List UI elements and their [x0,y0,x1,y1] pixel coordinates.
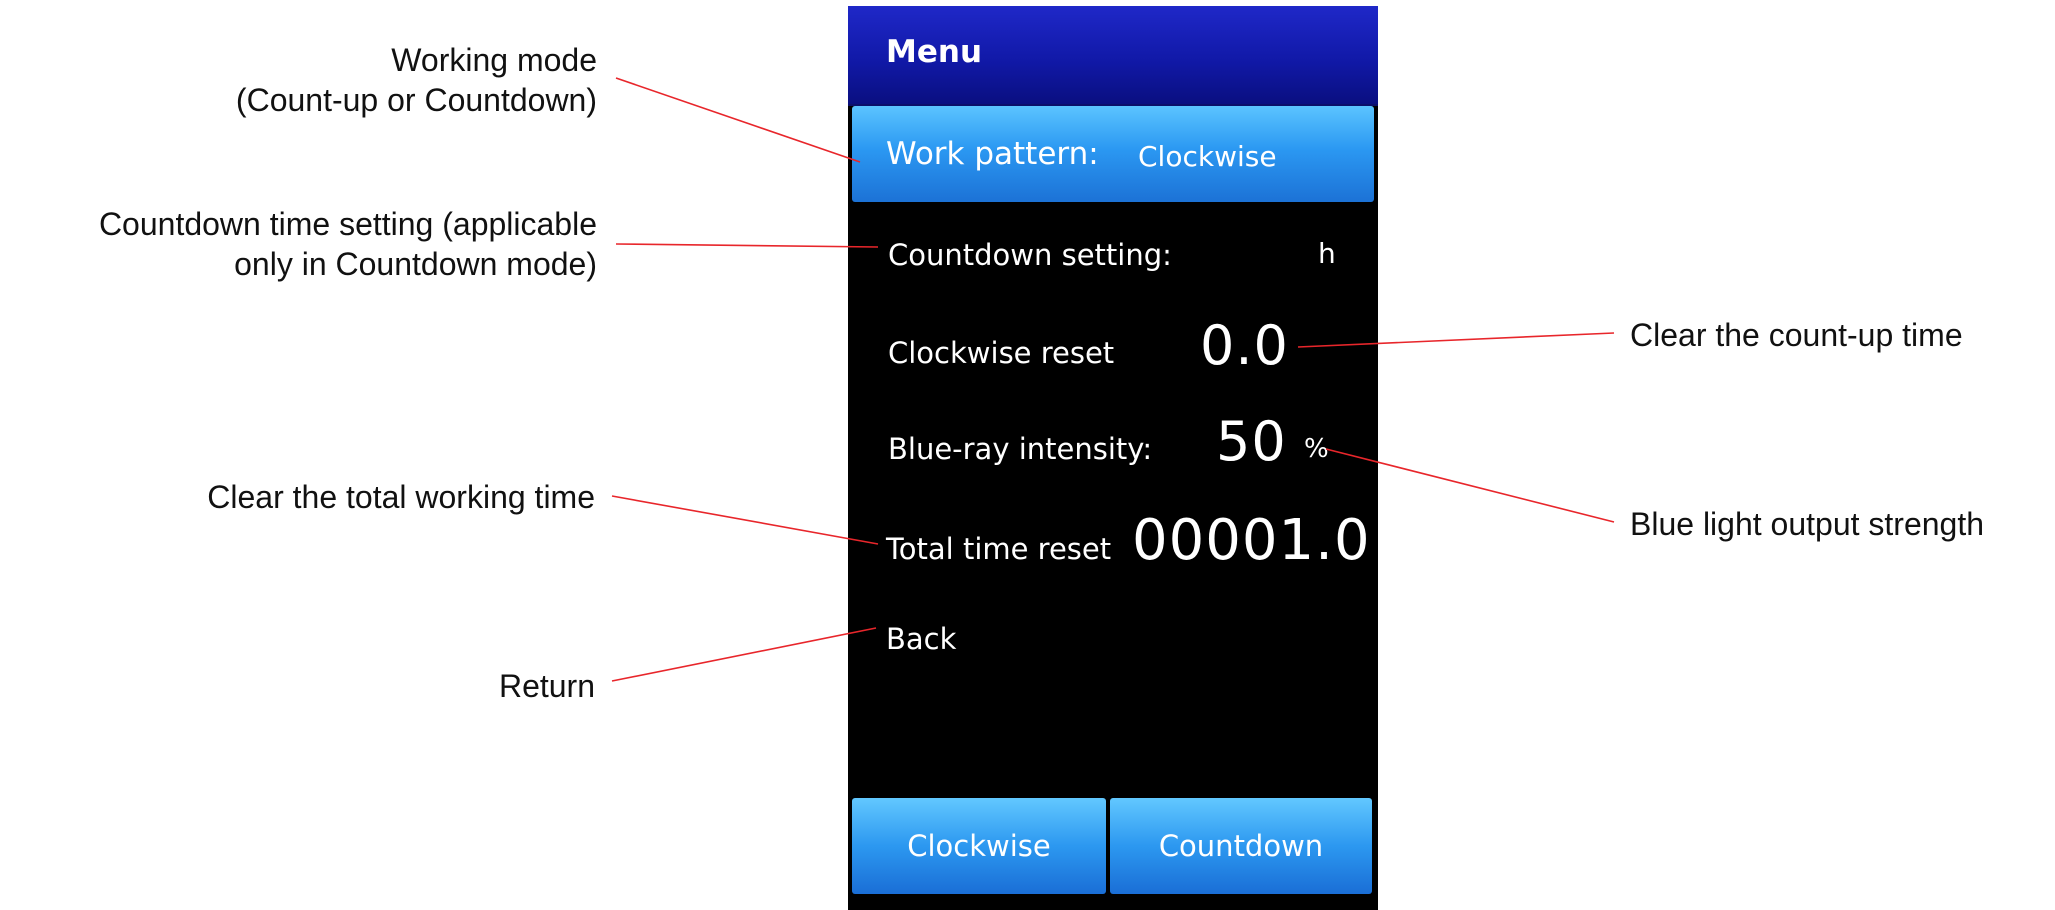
annotation-countdown-time-setting-line2: only in Countdown mode) [234,246,597,282]
device-screen: Menu Work pattern: Clockwise Countdown s… [848,6,1378,910]
total-time-reset-row[interactable]: Total time reset 00001.0 [848,508,1378,582]
leader-line-countdown-setting [615,243,879,248]
clockwise-reset-value: 0.0 [1200,314,1289,377]
countdown-setting-unit: h [1318,237,1336,270]
annotation-countdown-time-setting: Countdown time setting (applicable only … [99,204,597,284]
total-time-reset-label: Total time reset [886,532,1112,566]
back-label: Back [886,622,957,656]
clockwise-reset-label: Clockwise reset [888,336,1115,370]
work-pattern-label: Work pattern: [886,136,1099,172]
annotation-clear-total-working-time: Clear the total working time [207,477,595,517]
leader-line-return [611,627,877,682]
annotation-clear-total-working-time-text: Clear the total working time [207,479,595,515]
countdown-setting-row[interactable]: Countdown setting: h [848,228,1378,284]
clockwise-reset-row[interactable]: Clockwise reset 0.0 [848,314,1378,384]
annotation-return-text: Return [498,668,595,704]
countdown-setting-label: Countdown setting: [888,238,1172,272]
annotation-blue-light-output-strength: Blue light output strength [1630,504,1984,544]
blue-ray-intensity-value: 50 [1216,410,1287,473]
menu-title: Menu [886,34,983,70]
countdown-button[interactable]: Countdown [1110,798,1372,894]
back-row[interactable]: Back [848,616,1378,666]
annotation-clear-count-up-time-text: Clear the count-up time [1630,317,1963,353]
annotation-working-mode-line1: Working mode [391,42,597,78]
blue-ray-intensity-row[interactable]: Blue-ray intensity: 50 % [848,408,1378,480]
annotation-return: Return [499,666,595,706]
leader-line-clear-total [611,495,879,545]
leader-line-working-mode [615,77,861,163]
work-pattern-value: Clockwise [1138,140,1277,173]
total-time-reset-value: 00001.0 [1132,508,1371,573]
blue-ray-intensity-unit: % [1304,434,1329,464]
annotation-clear-count-up-time: Clear the count-up time [1630,315,1963,355]
annotation-blue-light-output-strength-text: Blue light output strength [1630,506,1985,542]
menu-header: Menu [848,6,1378,106]
annotation-countdown-time-setting-line1: Countdown time setting (applicable [98,206,597,242]
work-pattern-row[interactable]: Work pattern: Clockwise [852,106,1374,202]
blue-ray-intensity-label: Blue-ray intensity: [888,432,1153,466]
clockwise-button[interactable]: Clockwise [852,798,1106,894]
annotation-working-mode-line2: (Count-up or Countdown) [235,82,597,118]
annotation-working-mode: Working mode (Count-up or Countdown) [236,40,597,120]
